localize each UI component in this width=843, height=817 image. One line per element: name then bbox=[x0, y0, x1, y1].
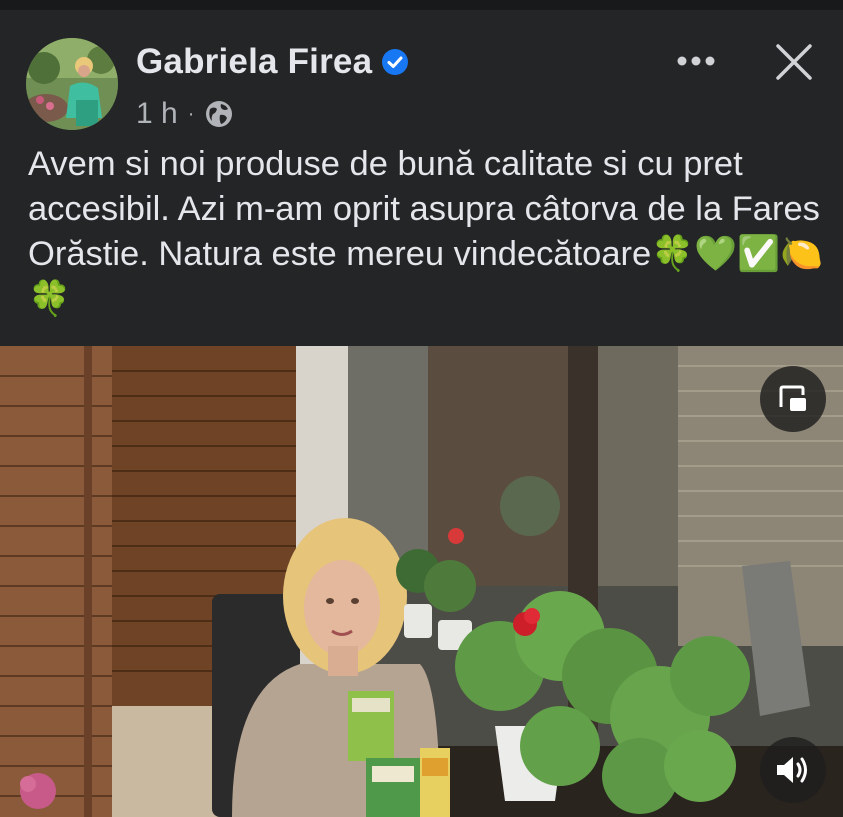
post-meta: 1 h · bbox=[136, 97, 234, 131]
author-row: Gabriela Firea bbox=[136, 42, 409, 82]
more-options-icon bbox=[677, 56, 715, 66]
status-strip bbox=[0, 0, 843, 10]
video-frame bbox=[0, 346, 843, 817]
speaker-icon bbox=[777, 757, 807, 783]
close-button[interactable] bbox=[770, 38, 818, 86]
sound-button[interactable] bbox=[760, 737, 826, 803]
verified-badge-icon bbox=[382, 49, 409, 75]
timestamp[interactable]: 1 h bbox=[136, 97, 178, 131]
picture-in-picture-button[interactable] bbox=[760, 366, 826, 432]
avatar[interactable] bbox=[26, 38, 118, 130]
close-icon bbox=[776, 44, 812, 80]
more-options-button[interactable] bbox=[672, 44, 720, 78]
picture-in-picture-icon bbox=[779, 385, 806, 411]
video-player[interactable] bbox=[0, 346, 843, 817]
author-name[interactable]: Gabriela Firea bbox=[136, 42, 372, 82]
post-text: Avem si noi produse de bună calitate si … bbox=[28, 145, 824, 318]
meta-separator: · bbox=[187, 102, 195, 125]
globe-icon bbox=[206, 101, 233, 127]
